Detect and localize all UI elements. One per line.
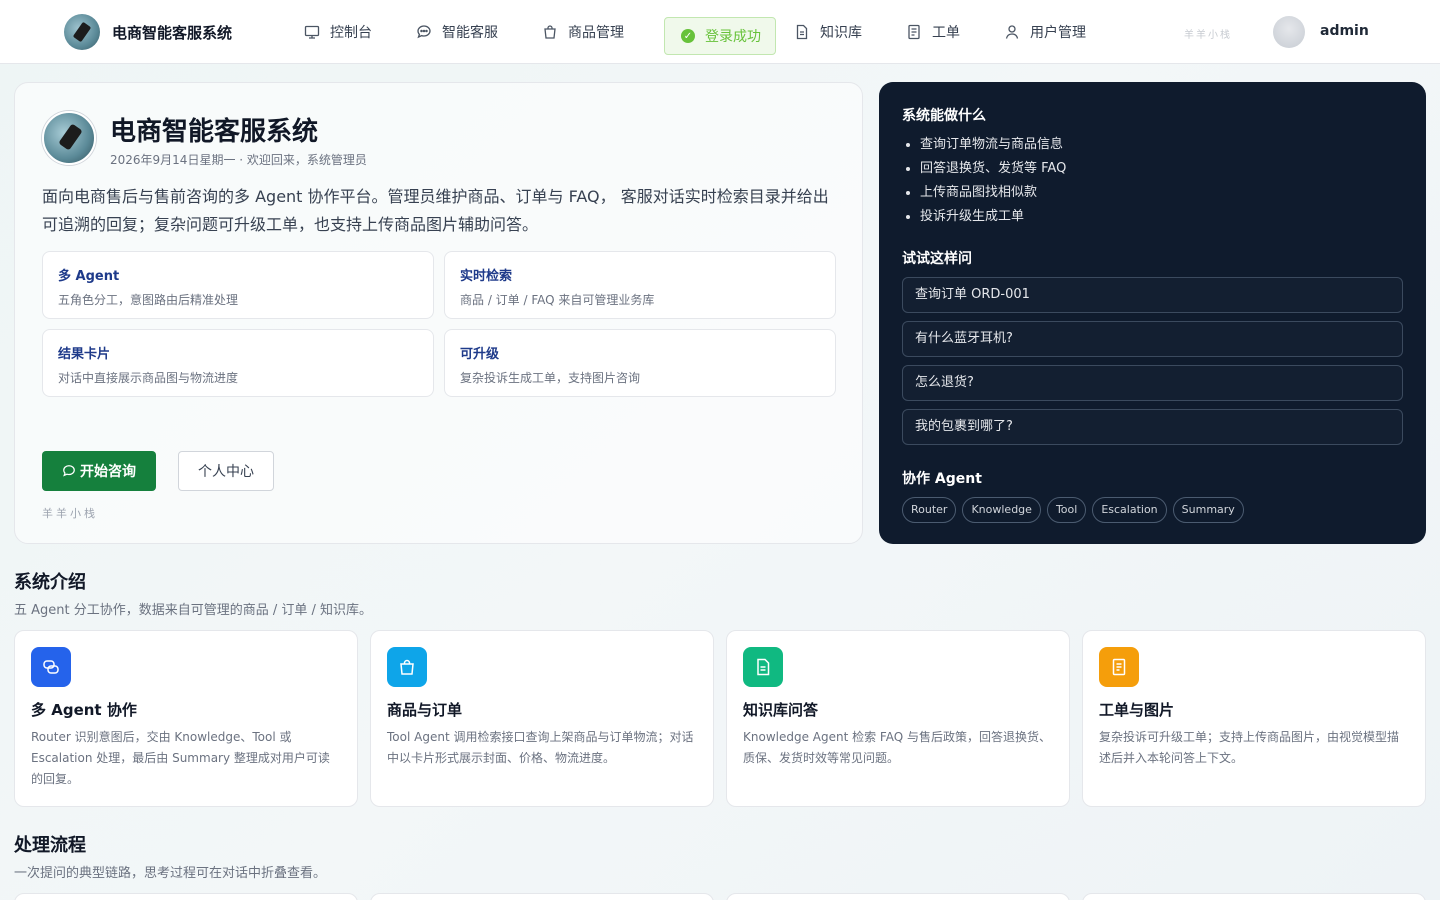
user-icon: [1005, 25, 1019, 39]
feature-desc: 对话中直接展示商品图与物流进度: [58, 371, 239, 385]
nav-item-label: 工单: [932, 25, 960, 41]
feature-card: 实时检索 商品 / 订单 / FAQ 来自可管理业务库: [444, 251, 836, 319]
profile-button[interactable]: 个人中心: [178, 451, 274, 491]
document-icon: [743, 647, 783, 687]
card-desc: Knowledge Agent 检索 FAQ 与售后政策，回答退换货、质保、发货…: [743, 730, 1051, 765]
list-item: 投诉升级生成工单: [920, 206, 1066, 230]
username[interactable]: admin: [1320, 23, 1369, 39]
hero-card: 电商智能客服系统 2026年9月14日星期一 · 欢迎回来，系统管理员 面向电商…: [14, 82, 863, 544]
list-item: 上传商品图找相似款: [920, 182, 1066, 206]
feature-card: 可升级 复杂投诉生成工单，支持图片咨询: [444, 329, 836, 397]
card-desc: 复杂投诉可升级工单；支持上传商品图片，由视觉模型描述后并入本轮问答上下文。: [1099, 730, 1400, 765]
capabilities-title: 系统能做什么: [902, 108, 986, 124]
agent-chip: Escalation: [1092, 497, 1167, 523]
intro-card: 商品与订单 Tool Agent 调用检索接口查询上架商品与订单物流；对话中以卡…: [370, 630, 714, 807]
feature-card: 多 Agent 五角色分工，意图路由后精准处理: [42, 251, 434, 319]
intro-card: 知识库问答 Knowledge Agent 检索 FAQ 与售后政策，回答退换货…: [726, 630, 1070, 807]
chat-bubbles-icon: [31, 647, 71, 687]
sample-question[interactable]: 查询订单 ORD-001: [902, 277, 1403, 313]
feature-desc: 复杂投诉生成工单，支持图片咨询: [460, 371, 641, 385]
list-item: 回答退换货、发货等 FAQ: [920, 158, 1066, 182]
nav-item-label: 智能客服: [442, 25, 498, 41]
brand-name: 电商智能客服系统: [112, 23, 233, 42]
nav-item-label: 控制台: [330, 25, 372, 41]
card-title: 商品与订单: [387, 701, 463, 719]
feature-desc: 商品 / 订单 / FAQ 来自可管理业务库: [460, 293, 655, 307]
card-desc: Router 识别意图后，交由 Knowledge、Tool 或 Escalat…: [31, 730, 330, 786]
feature-desc: 五角色分工，意图路由后精准处理: [58, 293, 239, 307]
avatar[interactable]: [1273, 16, 1305, 48]
section-subtitle: 一次提问的典型链路，思考过程可在对话中折叠查看。: [14, 866, 327, 881]
feature-title: 实时检索: [460, 269, 513, 284]
login-success-toast: ✓ 登录成功: [664, 17, 776, 55]
check-circle-icon: ✓: [681, 29, 695, 43]
agent-chip: Router: [902, 497, 957, 523]
profile-label: 个人中心: [198, 464, 254, 480]
document-icon: [796, 24, 808, 40]
help-panel: 系统能做什么 查询订单物流与商品信息 回答退换货、发货等 FAQ 上传商品图找相…: [879, 82, 1426, 544]
sample-question[interactable]: 我的包裹到哪了?: [902, 409, 1403, 445]
nav-item-products[interactable]: 商品管理: [542, 22, 624, 42]
nav-item-label: 商品管理: [568, 25, 624, 41]
ticket-icon: [1099, 647, 1139, 687]
nav-item-label: 用户管理: [1030, 25, 1086, 41]
hero-logo: [42, 111, 96, 165]
agent-chips: Router Knowledge Tool Escalation Summary: [902, 497, 1244, 523]
agents-title: 协作 Agent: [902, 471, 982, 487]
brand[interactable]: 电商智能客服系统: [64, 14, 232, 50]
start-consult-label: 开始咨询: [80, 464, 136, 480]
shopping-bag-icon: [387, 647, 427, 687]
toast-message: 登录成功: [705, 29, 761, 45]
monitor-icon: [304, 25, 320, 39]
sample-question[interactable]: 怎么退货?: [902, 365, 1403, 401]
intro-card: 多 Agent 协作 Router 识别意图后，交由 Knowledge、Too…: [14, 630, 358, 807]
feature-card: 结果卡片 对话中直接展示商品图与物流进度: [42, 329, 434, 397]
flow-card: [14, 893, 358, 900]
section-title: 处理流程: [14, 835, 86, 856]
feature-title: 多 Agent: [58, 269, 120, 284]
nav-item-dashboard[interactable]: 控制台: [304, 22, 372, 42]
shopping-bag-icon: [544, 25, 556, 39]
nav-item-label: 知识库: [820, 25, 862, 41]
watermark-text: 羊羊小栈: [1184, 30, 1232, 41]
hero-description: 面向电商售后与售前咨询的多 Agent 协作平台。管理员维护商品、订单与 FAQ…: [42, 187, 829, 234]
feature-title: 结果卡片: [58, 347, 111, 362]
ticket-icon: [908, 24, 920, 40]
feature-title: 可升级: [460, 347, 500, 362]
top-navbar: 电商智能客服系统 控制台 智能客服 商品管理 ✓ 登录成功 知识库 工单 用户管…: [0, 0, 1440, 64]
agent-chip: Tool: [1046, 497, 1087, 523]
nav-item-tickets[interactable]: 工单: [906, 22, 960, 42]
card-title: 知识库问答: [743, 701, 819, 719]
welcome-subtitle: 2026年9月14日星期一 · 欢迎回来，系统管理员: [110, 153, 367, 167]
section-title: 系统介绍: [14, 572, 86, 593]
watermark-text: 羊羊小栈: [42, 507, 98, 520]
card-title: 多 Agent 协作: [31, 701, 137, 719]
sample-question[interactable]: 有什么蓝牙耳机?: [902, 321, 1403, 357]
agent-chip: Knowledge: [962, 497, 1041, 523]
card-title: 工单与图片: [1099, 701, 1175, 719]
nav-item-chat[interactable]: 智能客服: [416, 22, 498, 42]
nav-item-users[interactable]: 用户管理: [1004, 22, 1086, 42]
chat-icon: [63, 465, 75, 477]
page-title: 电商智能客服系统: [110, 117, 319, 147]
nav-item-knowledge[interactable]: 知识库: [794, 22, 862, 42]
logo: [64, 14, 100, 50]
intro-card: 工单与图片 复杂投诉可升级工单；支持上传商品图片，由视觉模型描述后并入本轮问答上…: [1082, 630, 1426, 807]
list-item: 查询订单物流与商品信息: [920, 134, 1066, 158]
flow-card: [726, 893, 1070, 900]
capabilities-list: 查询订单物流与商品信息 回答退换货、发货等 FAQ 上传商品图找相似款 投诉升级…: [920, 134, 1066, 230]
try-title: 试试这样问: [902, 251, 972, 267]
flow-card: [1082, 893, 1426, 900]
start-consult-button[interactable]: 开始咨询: [42, 451, 156, 491]
chat-icon: [417, 25, 431, 39]
card-desc: Tool Agent 调用检索接口查询上架商品与订单物流；对话中以卡片形式展示封…: [387, 730, 694, 765]
agent-chip: Summary: [1172, 497, 1244, 523]
section-subtitle: 五 Agent 分工协作，数据来自可管理的商品 / 订单 / 知识库。: [14, 603, 373, 618]
flow-card: [370, 893, 714, 900]
